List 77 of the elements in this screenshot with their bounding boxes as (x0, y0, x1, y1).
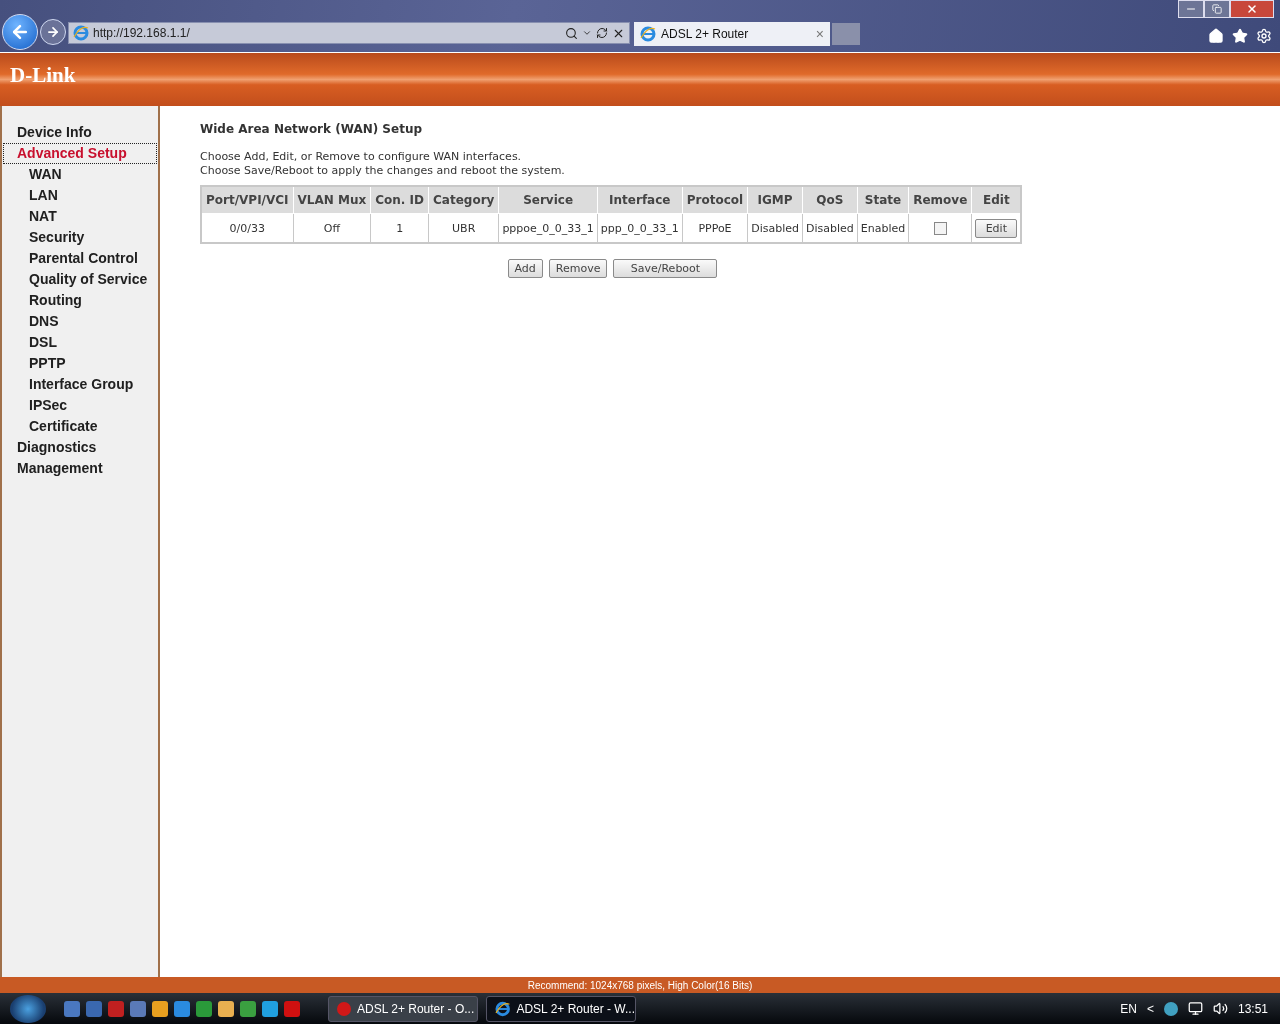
back-button[interactable] (2, 14, 38, 50)
network-icon[interactable] (1187, 1001, 1203, 1016)
forward-button[interactable] (40, 19, 66, 45)
action-button[interactable]: Save/Reboot (613, 259, 718, 278)
sidebar-item[interactable]: Interface Group (3, 374, 157, 395)
action-button[interactable]: Remove (548, 259, 608, 278)
home-icon[interactable] (1208, 28, 1224, 44)
footer-text: Recommend: 1024x768 pixels, High Color(16 Bits) (527, 979, 753, 991)
column-header: IGMP (747, 186, 803, 214)
sidebar-item[interactable]: Management (3, 458, 157, 479)
logo: D-Link (10, 63, 76, 88)
tray-expand-button[interactable]: < (1146, 1001, 1154, 1016)
search-icon[interactable] (565, 26, 578, 40)
tab-page-icon (640, 26, 656, 42)
close-icon (1246, 3, 1258, 15)
star-icon[interactable] (1232, 28, 1248, 44)
column-header: Protocol (682, 186, 748, 214)
sidebar-item[interactable]: WAN (3, 164, 157, 185)
column-header: Interface (597, 186, 683, 214)
clock[interactable]: 13:51 (1237, 1001, 1268, 1016)
browser-icon (495, 1000, 511, 1017)
column-header: State (857, 186, 909, 214)
sidebar-item[interactable]: Parental Control (3, 248, 157, 269)
sidebar-item[interactable]: DSL (3, 332, 157, 353)
sidebar-item[interactable]: IPSec (3, 395, 157, 416)
taskbar-task[interactable]: ADSL 2+ Router - W... (486, 995, 636, 1022)
settings-icon[interactable] (1256, 28, 1272, 44)
column-header: Category (428, 186, 499, 214)
tab-close-button[interactable]: × (815, 26, 824, 42)
address-bar[interactable]: http://192.168.1.1/ (68, 22, 630, 44)
remove-checkbox[interactable] (933, 221, 947, 235)
column-header: Port/VPI/VCI (201, 186, 294, 214)
description-text: Choose Add, Edit, or Remove to configure WAN interfaces. (200, 150, 523, 164)
page-title: Wide Area Network (WAN) Setup (200, 122, 424, 136)
dropdown-icon[interactable] (582, 28, 592, 38)
minimize-button[interactable] (1178, 0, 1204, 18)
action-button[interactable]: Add (507, 259, 543, 278)
sidebar-item[interactable]: Advanced Setup (3, 143, 157, 164)
column-header: Edit (971, 186, 1022, 214)
quick-launch-icon[interactable] (130, 1000, 146, 1017)
column-header: VLAN Mux (293, 186, 371, 214)
sidebar-item[interactable]: DNS (3, 311, 157, 332)
browser-tab[interactable]: ADSL 2+ Router × (634, 22, 830, 46)
column-header: Con. ID (370, 186, 429, 214)
sidebar-item[interactable]: Quality of Service (3, 269, 157, 290)
quick-launch-icon[interactable] (64, 1000, 80, 1017)
edit-button[interactable]: Edit (975, 218, 1018, 238)
url-text: http://192.168.1.1/ (93, 26, 191, 40)
column-header: Service (498, 186, 598, 214)
close-button[interactable] (1230, 0, 1274, 18)
quick-launch-icon[interactable] (174, 1000, 190, 1017)
volume-icon[interactable] (1212, 1001, 1228, 1016)
sidebar-item[interactable]: Certificate (3, 416, 157, 437)
column-header: QoS (802, 186, 858, 214)
quick-launch-icon[interactable] (262, 1000, 278, 1017)
page-icon (73, 25, 89, 41)
quick-launch-icon[interactable] (152, 1000, 168, 1017)
sidebar-item[interactable]: Diagnostics (3, 437, 157, 458)
quick-launch-icon[interactable] (218, 1000, 234, 1017)
quick-launch-icon[interactable] (240, 1000, 256, 1017)
start-button[interactable] (10, 994, 46, 1023)
language-indicator[interactable]: EN (1120, 1001, 1137, 1016)
quick-launch-icon[interactable] (196, 1000, 212, 1017)
sidebar-item[interactable]: LAN (3, 185, 157, 206)
column-header: Remove (908, 186, 972, 214)
sidebar-item[interactable]: Device Info (3, 122, 157, 143)
sidebar-item[interactable]: PPTP (3, 353, 157, 374)
restore-icon (1212, 4, 1222, 14)
forward-arrow-icon (46, 25, 60, 39)
restore-button[interactable] (1204, 0, 1230, 18)
taskbar-task[interactable]: ADSL 2+ Router - O... (328, 995, 478, 1022)
back-arrow-icon (10, 22, 30, 42)
sidebar-item[interactable]: Security (3, 227, 157, 248)
sidebar-item[interactable]: Routing (3, 290, 157, 311)
description-text: Choose Save/Reboot to apply the changes and reboot the system. (200, 164, 566, 178)
sidebar-item[interactable]: NAT (3, 206, 157, 227)
refresh-icon[interactable] (596, 27, 608, 39)
